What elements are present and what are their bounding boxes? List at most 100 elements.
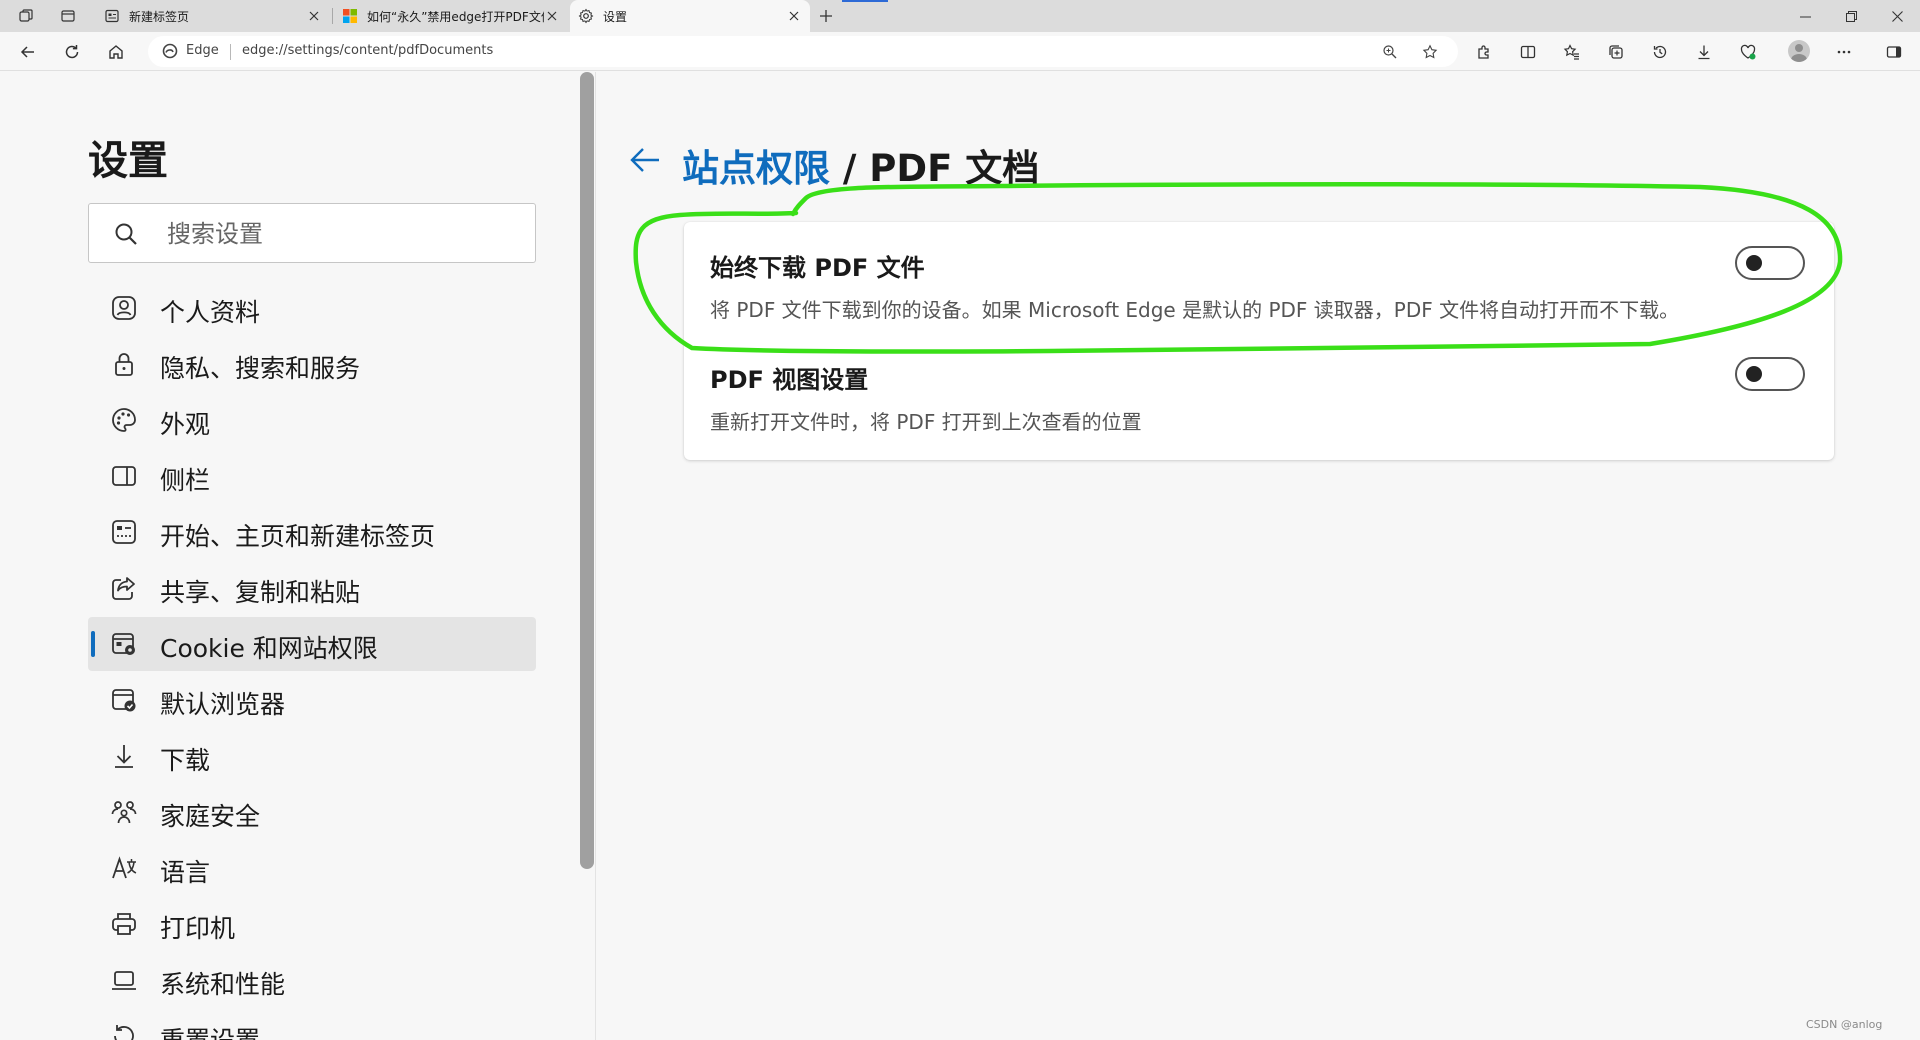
sidebar-item-reset-settings[interactable]: 重置设置 [88, 1009, 536, 1040]
arrow-left-icon [20, 46, 34, 58]
browser-essentials-button[interactable] [1732, 36, 1764, 68]
tab-close-button[interactable] [306, 8, 322, 24]
sidebar-item-sidebar[interactable]: 侧栏 [88, 449, 536, 503]
star-icon [1422, 44, 1438, 59]
sidebar-item-label: 下载 [160, 746, 211, 775]
sidebar-item-label: 开始、主页和新建标签页 [160, 522, 436, 551]
home-button[interactable] [100, 36, 132, 68]
sidebar-item-default-browser[interactable]: 默认浏览器 [88, 673, 536, 727]
sidebar-item-cookies-site-permissions[interactable]: Cookie 和网站权限 [88, 617, 536, 671]
back-button[interactable] [12, 36, 44, 68]
sidebar-item-printers[interactable]: 打印机 [88, 897, 536, 951]
refresh-icon [65, 45, 79, 59]
sidebar-item-label: 家庭安全 [160, 802, 261, 831]
share-icon [110, 574, 138, 602]
gear-icon [578, 8, 594, 24]
tab-close-button[interactable] [786, 8, 802, 24]
workspaces-icon [19, 9, 33, 22]
newtab-icon [104, 8, 120, 24]
tab-close-button[interactable] [544, 8, 560, 24]
sidebar-item-label: 系统和性能 [160, 970, 286, 999]
new-tab-button[interactable] [812, 3, 840, 29]
tab-actions-button[interactable] [54, 3, 82, 29]
sidebar-item-label: 外观 [160, 410, 211, 439]
sidebar-panel-icon [1886, 46, 1902, 58]
favorite-button[interactable] [1420, 42, 1440, 62]
sidebar-item-share-copy-paste[interactable]: 共享、复制和粘贴 [88, 561, 536, 615]
sidebar-item-languages[interactable]: 语言 [88, 841, 536, 895]
workspaces-button[interactable] [12, 3, 40, 29]
sidebar-item-family-safety[interactable]: 家庭安全 [88, 785, 536, 839]
profile-icon [110, 294, 138, 322]
address-separator [230, 44, 231, 60]
tab-separator [332, 8, 333, 24]
tab-new-tab[interactable]: 新建标签页 [96, 0, 330, 32]
favorites-button[interactable] [1556, 36, 1588, 68]
sidebar-item-start-home[interactable]: 开始、主页和新建标签页 [88, 505, 536, 559]
refresh-button[interactable] [56, 36, 88, 68]
sidebar-item-system-performance[interactable]: 系统和性能 [88, 953, 536, 1007]
breadcrumb-separator: / [830, 147, 870, 190]
sidebar-item-profiles[interactable]: 个人资料 [88, 281, 536, 335]
sidebar-scrollbar[interactable] [580, 72, 594, 869]
settings-search-box[interactable] [88, 203, 536, 263]
site-permissions-icon [110, 630, 138, 658]
close-icon [309, 11, 319, 21]
sidebar-item-downloads[interactable]: 下载 [88, 729, 536, 783]
tab-title: 新建标签页 [129, 9, 190, 24]
heart-pulse-icon [1740, 44, 1756, 60]
microsoft-logo [342, 8, 358, 24]
collections-button[interactable] [1600, 36, 1632, 68]
always-download-pdf-description: 将 PDF 文件下载到你的设备。如果 Microsoft Edge 是默认的 P… [710, 298, 1680, 322]
favorites-icon [1563, 44, 1579, 60]
toggle-knob [1746, 366, 1762, 382]
sidebar-item-privacy[interactable]: 隐私、搜索和服务 [88, 337, 536, 391]
family-icon [110, 798, 138, 826]
address-bar[interactable]: Edge edge://settings/content/pdfDocument… [148, 36, 1458, 67]
profile-avatar[interactable] [1788, 40, 1810, 62]
plus-icon [820, 10, 832, 22]
settings-more-button[interactable] [1828, 36, 1860, 68]
sidebar-toggle-button[interactable] [1878, 36, 1910, 68]
address-url[interactable]: edge://settings/content/pdfDocuments [242, 43, 493, 58]
downloads-button[interactable] [1688, 36, 1720, 68]
always-download-pdf-toggle[interactable] [1735, 246, 1805, 280]
printer-icon [110, 910, 138, 938]
close-icon [547, 11, 557, 21]
collections-icon [1609, 45, 1623, 59]
tab-settings[interactable]: 设置 [570, 0, 810, 32]
history-button[interactable] [1644, 36, 1676, 68]
split-screen-button[interactable] [1512, 36, 1544, 68]
minimize-button[interactable] [1782, 0, 1828, 32]
home-icon [109, 45, 123, 59]
pdf-view-settings-title: PDF 视图设置 [710, 366, 869, 394]
site-identity-label[interactable]: Edge [186, 43, 219, 58]
restore-icon [1845, 10, 1857, 22]
zoom-button[interactable] [1380, 42, 1400, 62]
toggle-knob [1746, 255, 1762, 271]
sidebar-item-label: 打印机 [160, 914, 236, 943]
restore-button[interactable] [1828, 0, 1874, 32]
extensions-button[interactable] [1468, 36, 1500, 68]
tab-article[interactable]: 如何“永久”禁用edge打开PDF文件 [334, 0, 568, 32]
breadcrumb-site-permissions-link[interactable]: 站点权限 [682, 147, 830, 190]
puzzle-icon [1478, 45, 1489, 59]
lock-icon [110, 350, 138, 378]
watermark-text: CSDN @anlog [1806, 1018, 1883, 1031]
sidebar-item-label: 语言 [160, 858, 211, 887]
split-screen-icon [1520, 45, 1536, 59]
more-icon [1837, 50, 1851, 54]
close-icon [1891, 10, 1903, 22]
sidebar-item-label: Cookie 和网站权限 [160, 634, 378, 663]
language-icon [110, 854, 138, 882]
pdf-view-settings-toggle[interactable] [1735, 357, 1805, 391]
settings-title: 设置 [88, 138, 168, 184]
close-icon [789, 11, 799, 21]
close-window-button[interactable] [1874, 0, 1920, 32]
pdf-view-settings-description: 重新打开文件时，将 PDF 打开到上次查看的位置 [710, 410, 1142, 434]
minimize-icon [1799, 16, 1811, 17]
sidebar-item-appearance[interactable]: 外观 [88, 393, 536, 447]
search-input[interactable] [167, 218, 507, 250]
back-arrow-icon[interactable] [628, 145, 662, 175]
tab-strip: 新建标签页 如何“永久”禁用edge打开PDF文件 设置 [0, 0, 1920, 32]
